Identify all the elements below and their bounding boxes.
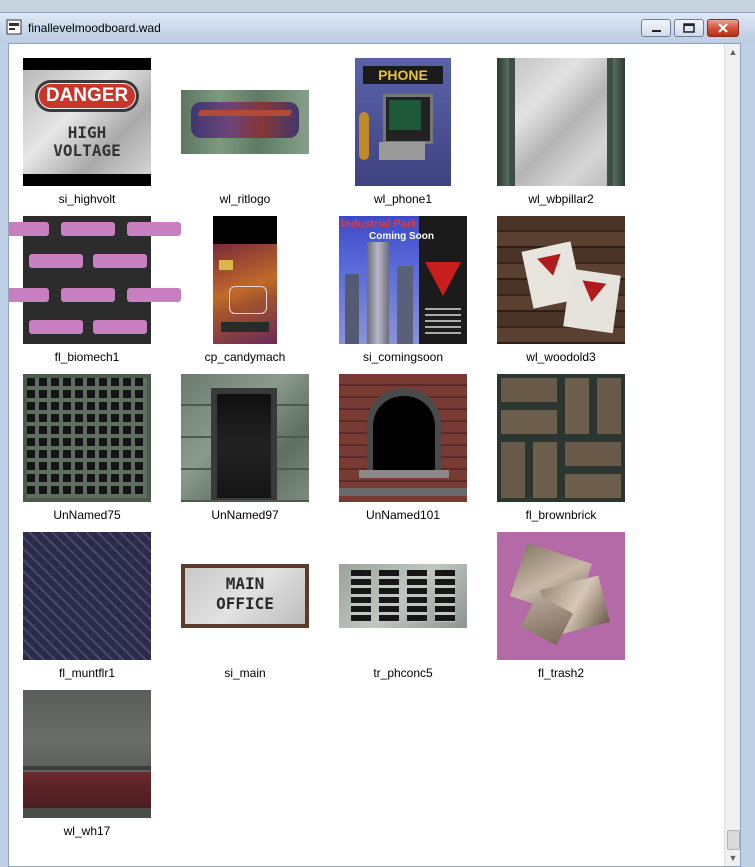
minimize-button[interactable] — [641, 19, 671, 37]
texture-label: si_highvolt — [58, 192, 116, 206]
scroll-down-arrow-icon[interactable]: ▼ — [725, 850, 740, 866]
texture-thumbnail — [339, 374, 467, 502]
texture-label: UnNamed101 — [365, 508, 441, 522]
texture-label: wl_wh17 — [63, 824, 111, 838]
sign-industrial-park-text: Industrial Park — [341, 218, 418, 230]
texture-thumbnail: Industrial Park Coming Soon — [339, 216, 467, 344]
texture-thumbnail — [23, 374, 151, 502]
texture-label: wl_wbpillar2 — [528, 192, 594, 206]
texture-label: tr_phconc5 — [373, 666, 433, 680]
texture-label: si_comingsoon — [362, 350, 444, 364]
sign-voltage-text: VOLTAGE — [53, 141, 121, 160]
texture-label: UnNamed97 — [211, 508, 279, 522]
texture-label: fl_trash2 — [537, 666, 585, 680]
texture-browser-pane: DANGER HIGH VOLTAGE si_highvolt wl_ritlo… — [8, 43, 741, 867]
title-bar[interactable]: finallevelmoodboard.wad — [0, 13, 755, 43]
wad-file-icon — [6, 19, 22, 35]
scroll-up-arrow-icon[interactable]: ▲ — [725, 44, 740, 60]
texture-thumbnail: MAIN OFFICE — [181, 532, 309, 660]
texture-thumbnail — [181, 216, 309, 344]
texture-thumbnail — [181, 374, 309, 502]
texture-label: cp_candymach — [204, 350, 286, 364]
texture-label: fl_biomech1 — [54, 350, 120, 364]
texture-thumbnail — [497, 58, 625, 186]
maximize-button[interactable] — [674, 19, 704, 37]
window-title: finallevelmoodboard.wad — [28, 21, 161, 35]
texture-thumbnail — [23, 690, 151, 818]
texture-thumbnail: PHONE — [339, 58, 467, 186]
maximize-icon — [683, 23, 695, 33]
texture-thumbnail — [497, 374, 625, 502]
close-icon — [718, 23, 728, 33]
texture-thumbnail: DANGER HIGH VOLTAGE — [23, 58, 151, 186]
vertical-scrollbar[interactable]: ▲ ▼ — [724, 44, 740, 866]
texture-label: wl_woodold3 — [526, 350, 596, 364]
wad-viewer-window: finallevelmoodboard.wad DANGER HIGH VOLT… — [0, 12, 755, 867]
texture-label: UnNamed75 — [53, 508, 121, 522]
texture-thumbnail — [9, 216, 181, 344]
texture-thumbnail — [497, 216, 625, 344]
texture-thumbnail — [497, 532, 625, 660]
texture-label: wl_ritlogo — [219, 192, 271, 206]
scroll-thumb[interactable] — [727, 830, 740, 850]
sign-danger-text: DANGER — [39, 84, 135, 108]
sign-high-text: HIGH — [67, 124, 107, 142]
texture-label: wl_phone1 — [373, 192, 433, 206]
texture-label: si_main — [224, 666, 266, 680]
minimize-icon — [652, 30, 661, 32]
sign-phone-text: PHONE — [363, 66, 443, 84]
texture-thumbnail — [23, 532, 151, 660]
texture-thumbnail — [181, 58, 309, 186]
sign-main-text: MAIN — [225, 574, 265, 593]
texture-label: fl_brownbrick — [525, 508, 597, 522]
close-button[interactable] — [707, 19, 739, 37]
sign-office-text: OFFICE — [216, 594, 274, 613]
texture-label: fl_muntflr1 — [58, 666, 116, 680]
sign-coming-soon-text: Coming Soon — [369, 231, 434, 242]
texture-thumbnail — [339, 532, 467, 660]
